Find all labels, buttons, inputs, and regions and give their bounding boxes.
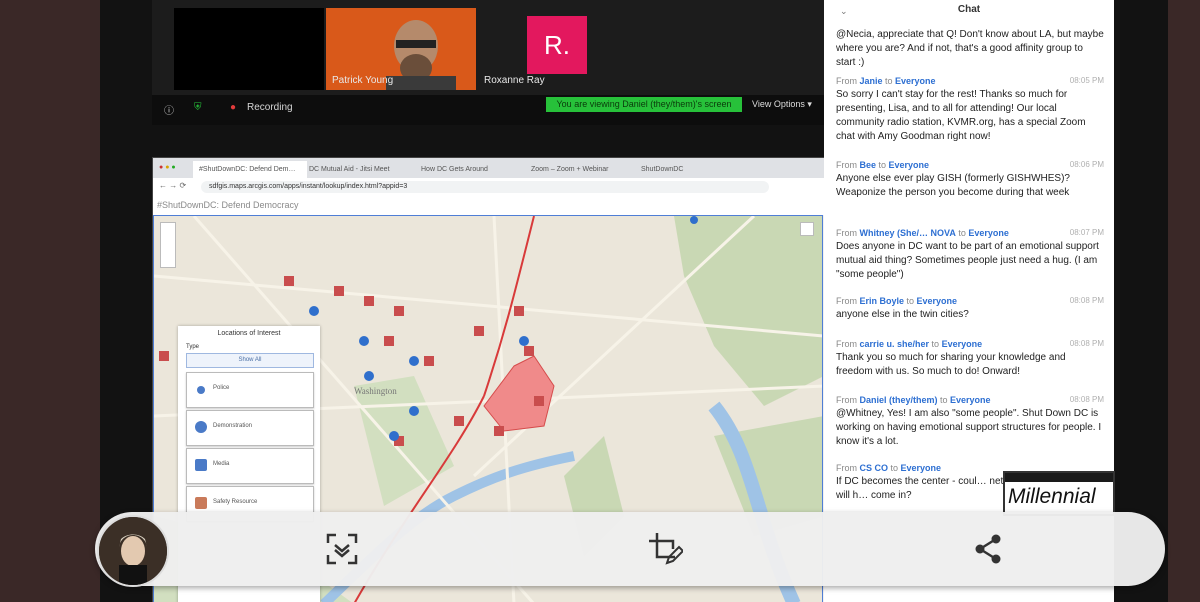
avatar-photo (99, 517, 167, 585)
browser-tab[interactable]: How DC Gets Around (415, 161, 529, 178)
recipient-name: Everyone (888, 160, 930, 170)
message-text: @Whitney, Yes! I am also "some people". … (836, 408, 1102, 447)
browser-tab[interactable]: DC Mutual Aid - Jitsi Meet (303, 161, 419, 178)
message-header: From Whitney (She/… NOVA to Everyone 08:0… (836, 228, 1104, 238)
info-icon[interactable]: ⓘ (164, 102, 174, 117)
recipient-name: Everyone (941, 339, 983, 349)
shield-icon[interactable]: ⛨ (194, 102, 202, 113)
video-strip: Patrick Young R. Roxanne Ray (152, 0, 824, 95)
legend-title: Locations of Interest (217, 330, 281, 337)
message-text: Anyone else ever play GISH (formerly GIS… (836, 173, 1070, 198)
watermark-text: Millennial (1008, 485, 1096, 508)
recipient-name: Everyone (895, 76, 936, 86)
message-header: From Bee to Everyone 08:06 PM (836, 160, 1104, 170)
safety-icon (195, 497, 207, 509)
map-tool-icon[interactable] (800, 222, 814, 236)
browser-tab[interactable]: #ShutDownDC: Defend Dem… (193, 161, 307, 178)
police-icon (197, 386, 205, 394)
sender-name: Bee (859, 160, 877, 170)
recipient-name: Everyone (950, 395, 991, 405)
avatar[interactable] (97, 515, 169, 587)
chat-message: From Bee to Everyone 08:06 PM Anyone else … (836, 160, 1104, 200)
map-city-label: Washington (354, 386, 397, 396)
sender-name: carrie u. she/her (859, 339, 930, 349)
nav-arrows-icon[interactable]: ← → ⟳ (159, 181, 186, 190)
legend-item-police[interactable]: Police (186, 372, 314, 408)
message-time: 08:06 PM (1069, 160, 1104, 169)
recording-label: Recording (247, 102, 293, 113)
chat-title: Chat (957, 4, 981, 15)
browser-tab-strip: ● ● ● #ShutDownDC: Defend Dem… DC Mutual… (153, 158, 825, 178)
message-text: Thank you so much for sharing your knowl… (836, 352, 1066, 377)
recipient-name: Everyone (968, 228, 1009, 238)
browser-tab[interactable]: Zoom – Zoom + Webinar (525, 161, 639, 178)
video-tile-patrick[interactable]: Patrick Young (326, 8, 476, 90)
legend-type-label: Type (186, 344, 200, 350)
chat-message: From Erin Boyle to Everyone 08:08 PM anyon… (836, 296, 1104, 322)
message-time: 08:05 PM (1069, 76, 1104, 85)
legend-label: Media (213, 461, 230, 467)
app-title: #ShutDownDC: Defend Democracy (153, 196, 829, 215)
message-header: From Janie to Everyone 08:05 PM (836, 76, 1104, 86)
message-text: Does anyone in DC want to be part of an … (836, 241, 1099, 280)
video-tile-blank (174, 8, 324, 90)
legend-label: Police (213, 385, 230, 391)
viewing-banner: You are viewing Daniel (they/them)'s scr… (546, 97, 742, 112)
chat-message: @Necia, appreciate that Q! Don't know ab… (836, 26, 1104, 70)
screenshot-toolbar (95, 512, 1165, 587)
sender-name: Daniel (they/them) (859, 395, 938, 405)
view-options-label: View Options (752, 99, 805, 109)
message-time: 08:08 PM (1069, 395, 1104, 404)
sender-name: Janie (859, 76, 883, 86)
legend-label: Safety Resource (213, 499, 258, 505)
view-options-button[interactable]: View Options ▾ (752, 97, 812, 112)
chat-message: From Whitney (She/… NOVA to Everyone 08:0… (836, 228, 1104, 282)
scan-icon[interactable] (324, 531, 360, 567)
avatar-initial: R. (527, 16, 587, 74)
chevron-down-icon: ▾ (807, 99, 812, 109)
demonstration-icon (195, 421, 207, 433)
recipient-name: Everyone (916, 296, 958, 306)
watermark-badge: Millennial (1003, 471, 1115, 516)
crop-edit-icon[interactable] (647, 531, 683, 567)
message-header: From Erin Boyle to Everyone 08:08 PM (836, 296, 1104, 306)
recording-icon: ● (230, 102, 237, 113)
message-header: From Daniel (they/them) to Everyone 08:08… (836, 395, 1104, 405)
message-text: So sorry I can't stay for the rest! Than… (836, 89, 1086, 142)
share-icon[interactable] (970, 531, 1006, 567)
url-field[interactable]: sdfgis.maps.arcgis.com/apps/instant/look… (201, 181, 769, 193)
message-text: anyone else in the twin cities? (836, 309, 969, 320)
message-text: @Necia, appreciate that Q! Don't know ab… (836, 29, 1104, 68)
browser-tab[interactable]: ShutDownDC (635, 161, 731, 178)
zoom-controls[interactable] (160, 222, 176, 268)
sender-name: CS CO (859, 463, 889, 473)
legend-label: Demonstration (213, 423, 253, 429)
video-tile-roxanne[interactable]: R. Roxanne Ray (478, 8, 628, 90)
message-header: From carrie u. she/her to Everyone 08:08 … (836, 339, 1104, 349)
badge-bar (1005, 473, 1113, 482)
window-controls: ● ● ● (159, 164, 176, 171)
sender-name: Erin Boyle (859, 296, 905, 306)
right-bezel (1168, 0, 1200, 602)
sender-name: Whitney (She/… NOVA (859, 228, 956, 238)
left-bezel (0, 0, 100, 602)
participant-name: Roxanne Ray (484, 75, 545, 86)
type-select[interactable]: Show All (186, 353, 314, 368)
chat-message: From carrie u. she/her to Everyone 08:08 … (836, 339, 1104, 379)
participant-name: Patrick Young (332, 75, 394, 86)
browser-toolbar: ← → ⟳ sdfgis.maps.arcgis.com/apps/instan… (153, 178, 825, 197)
message-time: 08:08 PM (1069, 339, 1104, 348)
legend-item-media[interactable]: Media (186, 448, 314, 484)
recipient-name: Everyone (900, 463, 942, 473)
chat-message: From Daniel (they/them) to Everyone 08:08… (836, 395, 1104, 449)
legend-item-demonstration[interactable]: Demonstration (186, 410, 314, 446)
chat-message: From Janie to Everyone 08:05 PM So sorry I… (836, 76, 1104, 144)
message-time: 08:08 PM (1069, 296, 1104, 305)
message-time: 08:07 PM (1069, 228, 1104, 237)
media-icon (195, 459, 207, 471)
